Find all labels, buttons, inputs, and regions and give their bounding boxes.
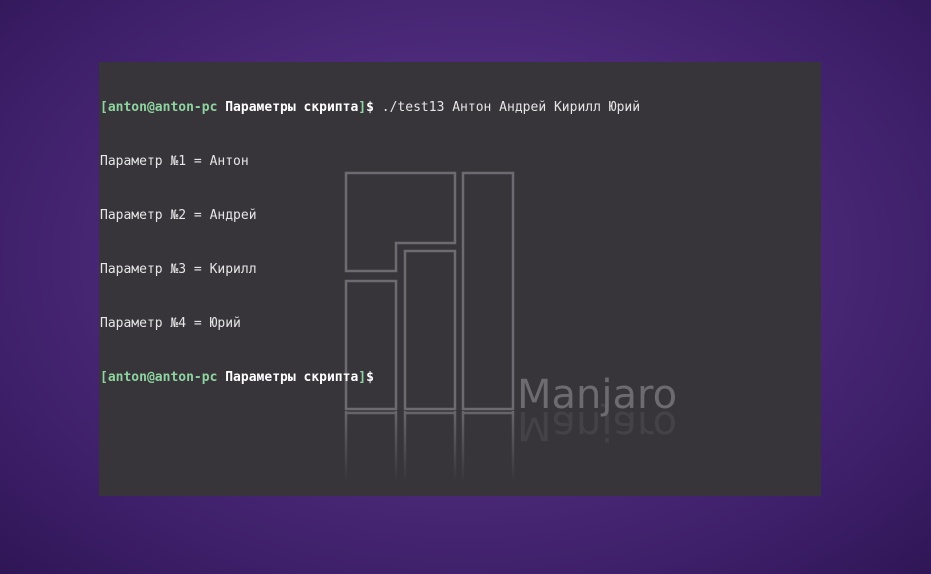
prompt-user-host: anton@anton-pc	[107, 100, 218, 115]
prompt-user-host: anton@anton-pc	[107, 370, 218, 385]
prompt-close-bracket: ]	[358, 100, 367, 115]
output-line: Параметр №3 = Кирилл	[100, 262, 257, 277]
prompt-directory: Параметры скрипта	[225, 100, 359, 115]
prompt-directory: Параметры скрипта	[225, 370, 359, 385]
terminal-output: [anton@anton-pc Параметры скрипта]$ ./te…	[100, 63, 640, 423]
prompt-dollar: $	[366, 100, 374, 115]
prompt-open-bracket: [	[100, 370, 108, 385]
current-prompt-line[interactable]: [anton@anton-pc Параметры скрипта]$	[100, 369, 640, 387]
prompt-close-bracket: ]	[358, 370, 367, 385]
prompt-open-bracket: [	[100, 100, 108, 115]
terminal-window[interactable]: Manjaro Manjaro [anton@anton-pc Параметр…	[99, 62, 821, 496]
prompt-dollar: $	[366, 370, 374, 385]
command-text: ./test13 Антон Андрей Кирилл Юрий	[373, 100, 641, 115]
output-line: Параметр №4 = Юрий	[100, 316, 241, 331]
output-line: Параметр №1 = Антон	[100, 154, 249, 169]
command-line: [anton@anton-pc Параметры скрипта]$ ./te…	[100, 99, 640, 117]
output-line: Параметр №2 = Андрей	[100, 208, 257, 223]
